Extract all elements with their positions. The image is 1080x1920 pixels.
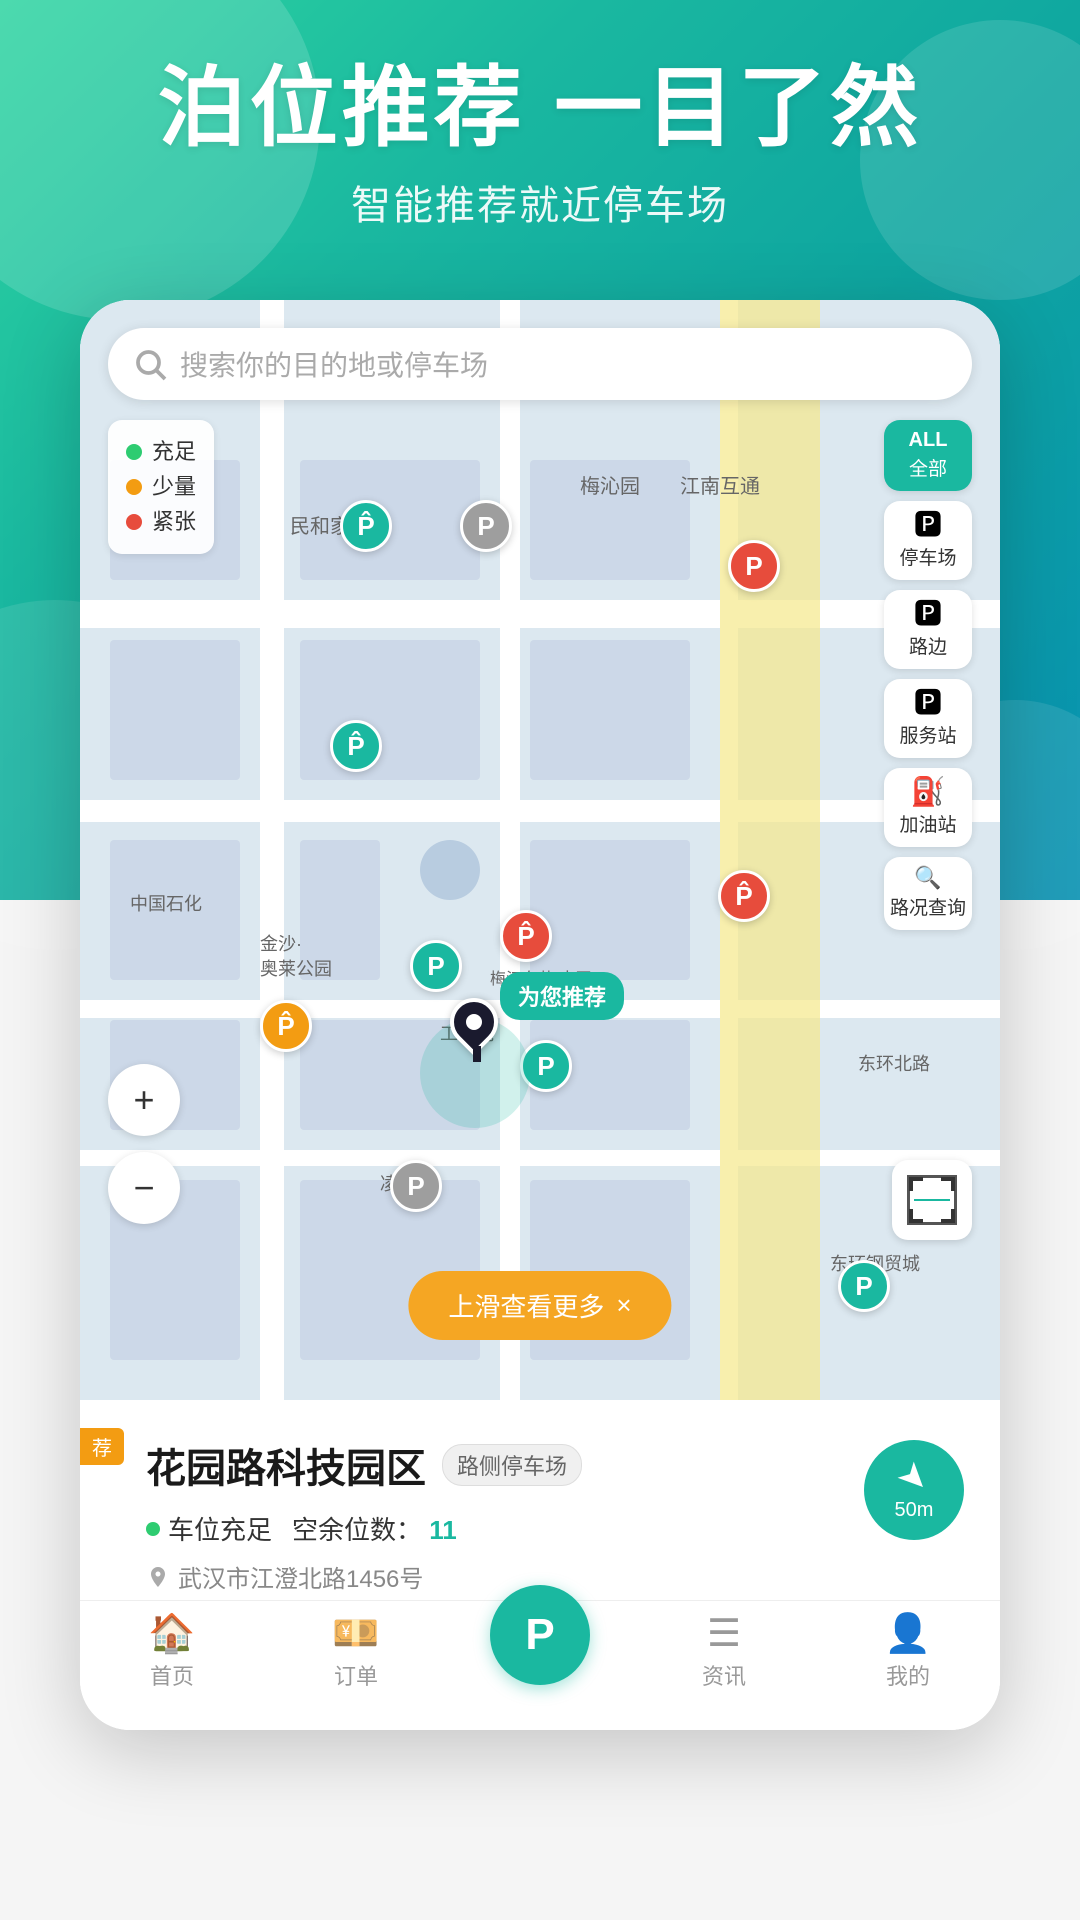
nav-center-parking-icon: P xyxy=(490,1585,590,1685)
service-icon: 🅿 xyxy=(914,689,942,717)
navigation-button[interactable]: ➤ 50m xyxy=(864,1440,964,1540)
panel-btn-roadside-label: 路边 xyxy=(909,632,947,659)
spaces-label: 空余位数： xyxy=(292,1515,422,1545)
panel-btn-gas-label: 加油站 xyxy=(899,810,956,837)
legend-label-sufficient: 充足 xyxy=(152,434,196,469)
legend-item-sufficient: 充足 xyxy=(126,434,196,469)
parking-marker-red-2[interactable]: P̂ xyxy=(718,870,770,922)
legend-label-few: 少量 xyxy=(152,469,196,504)
parking-marker-green-5[interactable]: P xyxy=(838,1260,890,1312)
parking-marker-green-1[interactable]: P̂ xyxy=(340,500,392,552)
card-address: 武汉市江澄北路1456号 xyxy=(178,1559,423,1594)
nav-item-parking[interactable]: P xyxy=(448,1585,632,1685)
card-status-text: 车位充足 xyxy=(168,1510,272,1547)
nav-label-orders: 订单 xyxy=(334,1659,378,1691)
gas-icon: ⛽ xyxy=(911,778,946,806)
panel-btn-parking[interactable]: 🅿 停车场 xyxy=(884,501,972,580)
card-status: 车位充足 xyxy=(146,1510,272,1547)
city-block xyxy=(300,840,380,980)
panel-btn-roadside[interactable]: 🅿 路边 xyxy=(884,590,972,669)
city-block xyxy=(300,640,480,780)
panel-btn-traffic[interactable]: 🔍 路况查询 xyxy=(884,857,972,930)
card-spaces: 空余位数： 11 xyxy=(292,1510,457,1547)
panel-btn-parking-label: 停车场 xyxy=(899,543,956,570)
road-h4 xyxy=(80,1150,1000,1166)
zoom-in-button[interactable]: + xyxy=(108,1064,180,1136)
hero-subtitle: 智能推荐就近停车场 xyxy=(0,173,1080,231)
legend-dot-yellow xyxy=(126,479,142,495)
nav-label-home: 首页 xyxy=(150,1659,194,1691)
nav-item-profile[interactable]: 👤 我的 xyxy=(816,1615,1000,1691)
road-v2 xyxy=(500,300,520,1400)
roadside-icon: 🅿 xyxy=(914,600,942,628)
panel-btn-gas[interactable]: ⛽ 加油站 xyxy=(884,768,972,847)
panel-btn-traffic-label: 路况查询 xyxy=(890,893,966,920)
nav-label-news: 资讯 xyxy=(702,1659,746,1691)
zoom-controls: + − xyxy=(108,1064,180,1240)
map-area: 梅沁园 民和家园 江南互通 中国石化 金沙· 奥莱公园 梅江东苑·南区 工南苑 … xyxy=(80,300,1000,1400)
city-block xyxy=(110,840,240,980)
location-icon xyxy=(146,1565,170,1589)
right-panel: ALL 全部 🅿 停车场 🅿 路边 🅿 服务站 ⛽ 加油站 🔍 路况查询 xyxy=(884,420,972,930)
road-highway xyxy=(720,300,820,1400)
hero-title: 泊位推荐 一目了然 xyxy=(0,60,1080,157)
profile-icon: 👤 xyxy=(884,1615,931,1653)
parking-marker-green-3[interactable]: P xyxy=(410,940,462,992)
parking-marker-gray-1[interactable]: P xyxy=(460,500,512,552)
home-icon: 🏠 xyxy=(148,1615,195,1653)
search-bar[interactable]: 搜索你的目的地或停车场 xyxy=(108,328,972,400)
panel-btn-service-label: 服务站 xyxy=(899,721,956,748)
card-name: 花园路科技园区 xyxy=(146,1436,426,1494)
parking-marker-gray-2[interactable]: P xyxy=(390,1160,442,1212)
traffic-icon: 🔍 xyxy=(914,867,941,889)
status-dot-green xyxy=(146,1522,160,1536)
road-h2 xyxy=(80,800,1000,822)
nav-arrow-icon: ➤ xyxy=(891,1453,938,1500)
card-tag: 荐 xyxy=(80,1428,124,1465)
parking-marker-red-1[interactable]: P xyxy=(728,540,780,592)
city-block xyxy=(530,460,690,580)
city-block xyxy=(110,640,240,780)
parking-icon: 🅿 xyxy=(914,511,942,539)
card-badge: 路侧停车场 xyxy=(442,1444,582,1486)
nav-label-profile: 我的 xyxy=(886,1659,930,1691)
map-legend: 充足 少量 紧张 xyxy=(108,420,214,554)
legend-label-tight: 紧张 xyxy=(152,504,196,539)
city-block-park xyxy=(420,840,480,900)
parking-marker-red-3[interactable]: P̂ xyxy=(500,910,552,962)
legend-item-tight: 紧张 xyxy=(126,504,196,539)
zoom-out-button[interactable]: − xyxy=(108,1152,180,1224)
search-icon xyxy=(132,346,168,382)
bottom-nav: 🏠 首页 💴 订单 P ☰ 资讯 👤 我的 xyxy=(80,1600,1000,1730)
card-title-row: 花园路科技园区 路侧停车场 xyxy=(146,1436,964,1494)
hero-section: 泊位推荐 一目了然 智能推荐就近停车场 xyxy=(0,60,1080,231)
legend-dot-green xyxy=(126,444,142,460)
panel-btn-all-label: 全部 xyxy=(909,454,947,481)
phone-mockup: 梅沁园 民和家园 江南互通 中国石化 金沙· 奥莱公园 梅江东苑·南区 工南苑 … xyxy=(80,300,1000,1730)
scan-button[interactable] xyxy=(892,1160,972,1240)
city-block xyxy=(530,840,690,980)
panel-btn-all[interactable]: ALL 全部 xyxy=(884,420,972,491)
legend-dot-red xyxy=(126,514,142,530)
nav-item-news[interactable]: ☰ 资讯 xyxy=(632,1615,816,1691)
panel-btn-service[interactable]: 🅿 服务站 xyxy=(884,679,972,758)
current-location xyxy=(450,998,498,1062)
parking-marker-green-2[interactable]: P̂ xyxy=(330,720,382,772)
spaces-number: 11 xyxy=(429,1515,457,1545)
nav-item-orders[interactable]: 💴 订单 xyxy=(264,1615,448,1691)
card-info-row: 车位充足 空余位数： 11 xyxy=(146,1510,964,1547)
nav-item-home[interactable]: 🏠 首页 xyxy=(80,1615,264,1691)
all-icon: ALL xyxy=(909,430,948,450)
road-h1 xyxy=(80,600,1000,628)
parking-marker-yellow-1[interactable]: P̂ xyxy=(260,1000,312,1052)
news-icon: ☰ xyxy=(707,1615,741,1653)
legend-item-few: 少量 xyxy=(126,469,196,504)
orders-icon: 💴 xyxy=(332,1615,379,1653)
nav-distance: 50m xyxy=(895,1499,934,1522)
for-you-label: 为您推荐 xyxy=(500,972,624,1020)
city-block xyxy=(530,640,690,780)
slide-more-button[interactable]: 上滑查看更多 × xyxy=(408,1271,671,1340)
search-placeholder: 搜索你的目的地或停车场 xyxy=(180,344,488,384)
road-v1 xyxy=(260,300,284,1400)
